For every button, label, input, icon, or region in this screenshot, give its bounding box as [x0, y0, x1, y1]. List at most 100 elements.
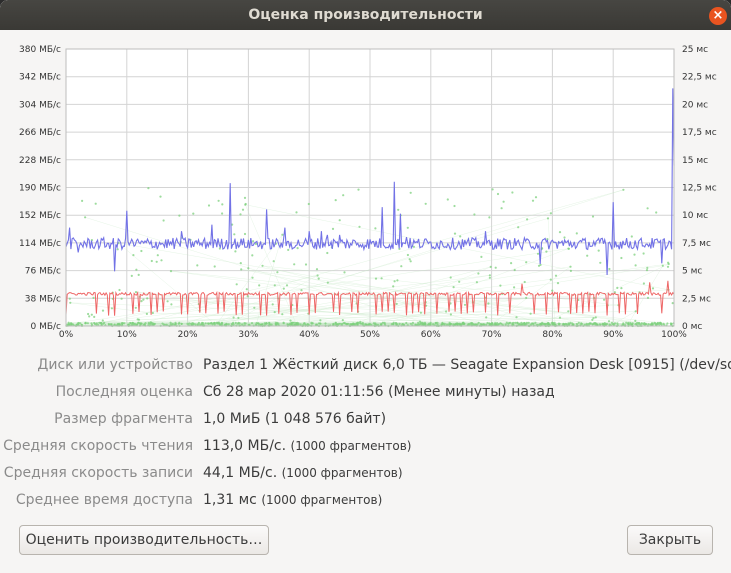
- access-time-point: [436, 321, 439, 324]
- access-time-point: [67, 322, 70, 325]
- y-right-tick-label: 12,5 мс: [682, 184, 717, 194]
- access-time-point: [558, 231, 562, 234]
- access-time-point: [607, 320, 611, 323]
- y-right-tick-label: 22,5 мс: [682, 73, 717, 83]
- access-time-point: [575, 232, 578, 235]
- x-tick-label: 0%: [59, 330, 74, 340]
- access-time-point: [417, 321, 420, 324]
- access-time-point: [592, 317, 595, 320]
- access-time-point: [551, 322, 554, 325]
- access-time-point: [453, 232, 457, 235]
- access-time-point: [517, 226, 520, 229]
- access-time-point: [265, 322, 268, 325]
- access-time-point: [346, 322, 349, 325]
- access-time-point: [469, 322, 472, 325]
- access-time-point: [234, 321, 237, 324]
- access-time-point: [563, 236, 566, 239]
- y-left-tick-label: 228 МБ/с: [19, 156, 61, 166]
- access-time-point: [273, 284, 276, 287]
- property-row: Средняя скорость записи 44,1 МБ/с. (1000…: [0, 462, 731, 489]
- access-time-point: [637, 322, 641, 325]
- access-time-point: [491, 322, 494, 325]
- access-time-point: [496, 192, 500, 196]
- access-time-point: [556, 282, 560, 285]
- read-rate-note: (1000 фрагментов): [290, 439, 412, 453]
- access-time-point: [134, 306, 137, 309]
- access-time-point: [235, 283, 238, 286]
- access-time-point: [303, 322, 306, 325]
- access-time-point: [531, 199, 535, 202]
- close-button[interactable]: Закрыть: [627, 525, 713, 555]
- access-time-point: [646, 296, 650, 299]
- access-time-point: [145, 312, 148, 315]
- y-left-tick-label: 190 МБ/с: [19, 184, 61, 194]
- device-label: Диск или устройство: [37, 357, 193, 373]
- access-time-point: [488, 274, 491, 277]
- access-time-point: [245, 288, 248, 291]
- last-benchmark-label: Последняя оценка: [55, 384, 193, 400]
- access-time-point: [121, 322, 124, 325]
- access-time-point: [253, 306, 256, 309]
- start-benchmark-button[interactable]: Оценить производительность…: [19, 525, 269, 555]
- access-time-point: [567, 247, 571, 250]
- access-time-point: [546, 217, 550, 220]
- access-time-point: [243, 232, 247, 236]
- access-time-point: [577, 321, 580, 324]
- access-time-point: [304, 263, 308, 266]
- access-time-point: [396, 279, 399, 282]
- access-time-point: [449, 276, 452, 279]
- access-time-point: [68, 297, 71, 300]
- access-time-point: [352, 322, 355, 325]
- access-time-point: [326, 281, 329, 284]
- access-time-point: [488, 276, 491, 279]
- access-time-point: [587, 323, 590, 326]
- x-tick-label: 30%: [238, 330, 258, 340]
- access-time-point: [207, 204, 211, 207]
- access-time-point: [221, 203, 224, 206]
- access-time-point: [502, 200, 505, 203]
- access-time-point: [463, 303, 467, 306]
- access-time-point: [131, 322, 134, 325]
- access-time-point: [277, 322, 280, 325]
- access-time-point: [147, 187, 150, 190]
- access-time-point: [601, 322, 604, 325]
- access-time-point: [220, 321, 224, 324]
- x-tick-label: 90%: [603, 330, 623, 340]
- title-bar[interactable]: Оценка производительности ×: [0, 0, 731, 30]
- access-time-point: [250, 322, 254, 325]
- x-tick-label: 60%: [421, 330, 441, 340]
- access-time-point: [660, 323, 663, 326]
- access-time-point: [86, 322, 89, 325]
- access-time-point: [580, 322, 583, 325]
- access-time-point: [234, 250, 237, 253]
- access-time-point: [281, 313, 284, 316]
- access-time-point: [316, 274, 319, 277]
- access-time-point: [494, 323, 497, 326]
- access-time-point: [334, 199, 337, 202]
- access-time-point: [135, 268, 138, 271]
- access-time-point: [406, 253, 409, 257]
- access-time-point: [93, 322, 96, 326]
- access-time-point: [192, 212, 195, 215]
- close-window-button[interactable]: ×: [709, 7, 727, 25]
- access-time-point: [656, 321, 660, 324]
- access-time-point: [645, 269, 649, 272]
- access-time-point: [178, 214, 181, 217]
- access-time-point: [603, 298, 606, 301]
- access-time-point: [342, 194, 345, 197]
- y-left-tick-label: 342 МБ/с: [19, 73, 61, 83]
- access-time-point: [251, 276, 254, 279]
- access-time-point: [395, 323, 399, 326]
- access-time-point: [288, 322, 291, 325]
- access-time-point: [460, 323, 463, 326]
- access-time-point: [445, 323, 448, 326]
- access-time-point: [160, 259, 163, 262]
- access-time-point: [211, 323, 214, 326]
- access-time-point: [238, 322, 241, 325]
- access-time-point: [634, 310, 637, 313]
- read-rate-value: 113,0 МБ/с. (1000 фрагментов): [203, 438, 412, 454]
- access-time-point: [393, 280, 396, 283]
- access-time-point: [408, 258, 411, 261]
- access-time-point: [98, 321, 101, 324]
- access-time-point: [107, 322, 110, 326]
